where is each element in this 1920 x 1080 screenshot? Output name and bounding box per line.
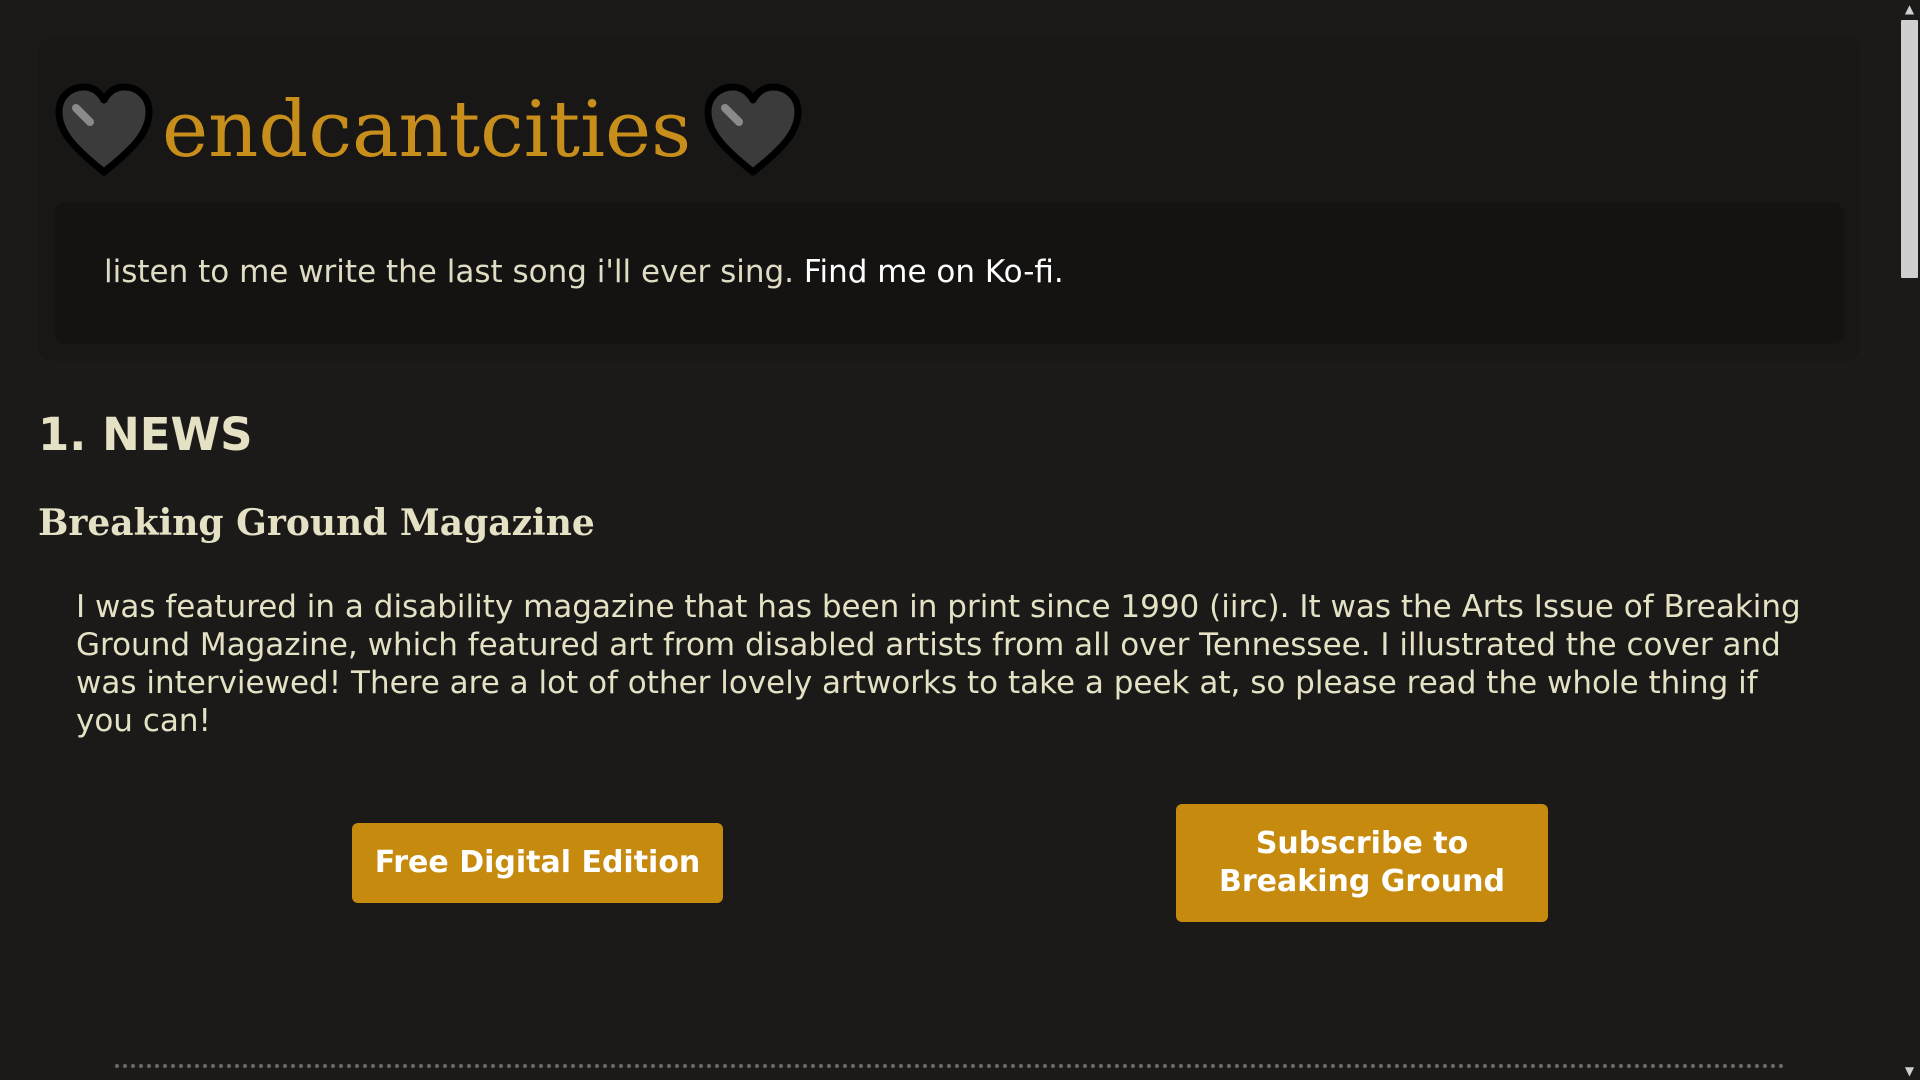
free-digital-edition-label: Free Digital Edition bbox=[374, 845, 701, 880]
tagline-box: listen to me write the last song i'll ev… bbox=[54, 202, 1844, 344]
subscribe-button[interactable]: Subscribe to Breaking Ground bbox=[1176, 804, 1548, 922]
scrollbar-thumb[interactable] bbox=[1901, 20, 1918, 278]
article-title: Breaking Ground Magazine bbox=[38, 502, 595, 544]
title-row: endcantcities bbox=[54, 80, 803, 180]
subscribe-label: Subscribe to Breaking Ground bbox=[1219, 826, 1505, 899]
tagline: listen to me write the last song i'll ev… bbox=[104, 254, 1064, 290]
site-title[interactable]: endcantcities bbox=[162, 91, 691, 169]
scroll-down-icon[interactable]: ▼ bbox=[1901, 1064, 1918, 1078]
page: endcantcities listen to me write the las… bbox=[0, 0, 1898, 1080]
black-heart-icon bbox=[55, 83, 153, 176]
scroll-up-icon[interactable]: ▲ bbox=[1901, 2, 1918, 16]
news-heading: 1. NEWS bbox=[38, 408, 253, 461]
black-heart-icon bbox=[704, 83, 802, 176]
vertical-scrollbar[interactable]: ▲ ▼ bbox=[1898, 0, 1920, 1080]
article-body: I was featured in a disability magazine … bbox=[76, 589, 1801, 739]
tagline-text: listen to me write the last song i'll ev… bbox=[104, 254, 804, 290]
section-divider bbox=[115, 1064, 1785, 1068]
kofi-link[interactable]: Find me on Ko-fi. bbox=[804, 254, 1064, 290]
free-digital-edition-button[interactable]: Free Digital Edition bbox=[352, 823, 723, 903]
